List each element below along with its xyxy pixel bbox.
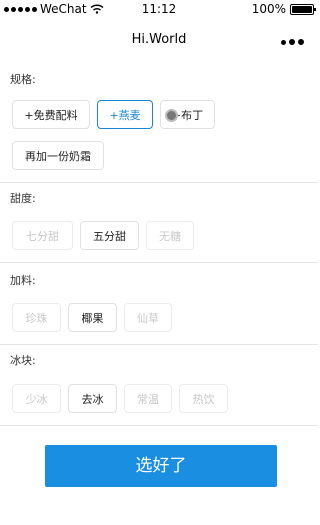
battery-icon: [290, 3, 316, 15]
sweetness-label: 甜度:: [10, 192, 36, 205]
spec-option-free-topping[interactable]: +免费配料: [12, 100, 90, 129]
topping-option-coconut[interactable]: 椰果: [68, 303, 117, 332]
ice-option-none[interactable]: 去冰: [68, 384, 117, 413]
divider: [0, 182, 318, 183]
touch-cursor-icon: [165, 109, 178, 122]
spec-option-oats[interactable]: +燕麦: [97, 100, 153, 129]
topping-option-pearl[interactable]: 珍珠: [12, 303, 61, 332]
ice-label: 冰块:: [10, 354, 36, 367]
ice-option-less[interactable]: 少冰: [12, 384, 61, 413]
divider: [0, 425, 318, 426]
sweetness-option-50[interactable]: 五分甜: [80, 221, 139, 250]
battery-percent: 100%: [251, 2, 286, 16]
sweetness-option-70[interactable]: 七分甜: [12, 221, 73, 250]
battery-info: 100%: [251, 2, 316, 16]
spec-option-extra-cream[interactable]: 再加一份奶霜: [12, 141, 104, 170]
divider: [0, 344, 318, 345]
ice-option-room-temp[interactable]: 常温: [124, 384, 172, 413]
confirm-button[interactable]: 选好了: [45, 445, 277, 487]
navigation-bar: Hi.World: [0, 18, 318, 62]
spec-label: 规格:: [10, 73, 36, 86]
toppings-label: 加料:: [10, 274, 36, 287]
ice-option-hot[interactable]: 热饮: [179, 384, 228, 413]
status-bar: WeChat 11:12 100%: [0, 0, 318, 18]
topping-option-grass-jelly[interactable]: 仙草: [124, 303, 172, 332]
page-title: Hi.World: [131, 32, 187, 47]
more-menu-icon[interactable]: [281, 39, 304, 45]
spec-option-pudding[interactable]: +布丁: [160, 100, 215, 129]
sweetness-option-none[interactable]: 无糖: [146, 221, 194, 250]
divider: [0, 262, 318, 263]
